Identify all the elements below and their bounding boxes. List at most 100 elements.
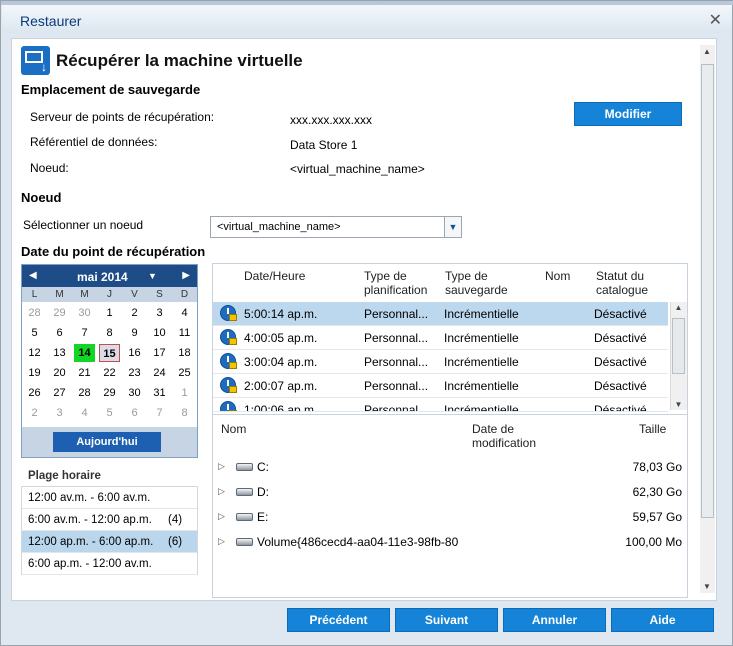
main-scroll-up-icon[interactable]: ▲: [703, 47, 711, 56]
calendar-day[interactable]: 4: [174, 304, 195, 322]
calendar-day[interactable]: 4: [74, 404, 95, 422]
calendar-day[interactable]: 3: [49, 404, 70, 422]
recovery-point-clock-icon: [220, 401, 237, 411]
main-scroll-thumb[interactable]: [701, 64, 714, 518]
calendar-day[interactable]: 8: [174, 404, 195, 422]
modify-button[interactable]: Modifier: [574, 102, 682, 126]
time-range-item[interactable]: 12:00 ap.m. - 6:00 ap.m. (6): [22, 531, 197, 553]
column-header-backup-type[interactable]: Type de sauvegarde: [445, 269, 515, 297]
calendar-day[interactable]: 2: [124, 304, 145, 322]
calendar-day[interactable]: 29: [49, 304, 70, 322]
calendar-day[interactable]: 22: [99, 364, 120, 382]
calendar-day[interactable]: 30: [74, 304, 95, 322]
calendar-day[interactable]: 1: [99, 304, 120, 322]
calendar-day[interactable]: 13: [49, 344, 70, 362]
previous-month-icon[interactable]: ◀: [29, 270, 37, 281]
file-row[interactable]: ▷ Volume{486cecd4-aa04-11e3-98fb-80 100,00…: [213, 530, 689, 555]
calendar-day[interactable]: 26: [24, 384, 45, 402]
expand-arrow-icon[interactable]: ▷: [218, 511, 225, 522]
scroll-down-icon[interactable]: ▼: [671, 400, 686, 409]
calendar-day[interactable]: 7: [74, 324, 95, 342]
calendar-day[interactable]: 18: [174, 344, 195, 362]
time-range-item[interactable]: 6:00 ap.m. - 12:00 av.m.: [22, 553, 197, 575]
file-row[interactable]: ▷ D: 62,30 Go: [213, 480, 689, 505]
calendar-day[interactable]: 14: [74, 344, 95, 362]
recovery-point-clock-icon: [220, 353, 237, 369]
calendar-day[interactable]: 6: [124, 404, 145, 422]
page-title: Récupérer la machine virtuelle: [56, 51, 303, 70]
calendar-day[interactable]: 17: [149, 344, 170, 362]
chevron-down-icon[interactable]: ▼: [444, 217, 461, 237]
cancel-button[interactable]: Annuler: [503, 608, 606, 632]
file-row[interactable]: ▷ E: 59,57 Go: [213, 505, 689, 530]
next-month-icon[interactable]: ▶: [182, 270, 190, 281]
calendar-day[interactable]: 31: [149, 384, 170, 402]
today-button[interactable]: Aujourd'hui: [53, 432, 161, 452]
file-size: 59,57 Go: [632, 510, 682, 524]
node-select[interactable]: <virtual_machine_name> ▼: [210, 216, 462, 238]
next-button[interactable]: Suivant: [395, 608, 498, 632]
recovery-point-row[interactable]: 4:00:05 ap.m. Personnal... Incrémentielle D…: [213, 326, 668, 350]
calendar-day[interactable]: 12: [24, 344, 45, 362]
column-header-file-name[interactable]: Nom: [221, 422, 246, 436]
recovery-point-row[interactable]: 2:00:07 ap.m. Personnal... Incrémentielle D…: [213, 374, 668, 398]
recovery-cell-backup: Incrémentielle: [444, 379, 519, 393]
close-icon[interactable]: ✕: [709, 10, 722, 30]
calendar-day[interactable]: 5: [99, 404, 120, 422]
calendar-day[interactable]: 25: [174, 364, 195, 382]
calendar-day[interactable]: 10: [149, 324, 170, 342]
month-dropdown-icon[interactable]: ▼: [148, 271, 157, 281]
calendar-day[interactable]: 7: [149, 404, 170, 422]
recovery-table-scrollbar[interactable]: ▲ ▼: [670, 302, 687, 410]
recovery-cell-backup: Incrémentielle: [444, 331, 519, 345]
previous-button[interactable]: Précédent: [287, 608, 390, 632]
calendar-day[interactable]: 27: [49, 384, 70, 402]
time-range-count: (6): [168, 536, 183, 548]
help-button[interactable]: Aide: [611, 608, 714, 632]
calendar-day[interactable]: 28: [24, 304, 45, 322]
calendar-day[interactable]: 19: [24, 364, 45, 382]
recovery-point-row[interactable]: 3:00:04 ap.m. Personnal... Incrémentielle D…: [213, 350, 668, 374]
calendar-day[interactable]: 23: [124, 364, 145, 382]
scroll-up-icon[interactable]: ▲: [671, 303, 686, 312]
recovery-cell-schedule: Personnal...: [364, 379, 429, 393]
expand-arrow-icon[interactable]: ▷: [218, 461, 225, 472]
calendar-day[interactable]: 24: [149, 364, 170, 382]
calendar-day[interactable]: 3: [149, 304, 170, 322]
calendar-day[interactable]: 2: [24, 404, 45, 422]
calendar-day[interactable]: 28: [74, 384, 95, 402]
time-range-item[interactable]: 6:00 av.m. - 12:00 ap.m. (4): [22, 509, 197, 531]
expand-arrow-icon[interactable]: ▷: [218, 536, 225, 547]
server-label: Serveur de points de récupération:: [30, 110, 215, 124]
time-range-item[interactable]: 12:00 av.m. - 6:00 av.m.: [22, 487, 197, 509]
calendar-day[interactable]: 6: [49, 324, 70, 342]
expand-arrow-icon[interactable]: ▷: [218, 486, 225, 497]
select-node-label: Sélectionner un noeud: [23, 218, 144, 232]
main-scroll-down-icon[interactable]: ▼: [703, 582, 711, 591]
calendar-day[interactable]: 20: [49, 364, 70, 382]
column-header-name[interactable]: Nom: [545, 269, 570, 283]
column-header-schedule-type[interactable]: Type de planification: [364, 269, 439, 297]
calendar-day[interactable]: 11: [174, 324, 195, 342]
calendar-day[interactable]: 1: [174, 384, 195, 402]
calendar-day[interactable]: 30: [124, 384, 145, 402]
column-header-modified-date[interactable]: Date de modification: [472, 422, 562, 450]
column-header-catalog-status[interactable]: Statut du catalogue: [596, 269, 666, 297]
column-header-datetime[interactable]: Date/Heure: [244, 269, 305, 283]
calendar-day[interactable]: 8: [99, 324, 120, 342]
calendar-grid: 28 29 30 1 2 3 4 5 6 7 8 9 10 11 12 13 14 15 16 17 18 19 20 21 2…: [22, 302, 197, 423]
main-scrollbar[interactable]: ▲ ▼: [700, 45, 715, 593]
recovery-point-row[interactable]: 5:00:14 ap.m. Personnal... Incrémentielle D…: [213, 302, 668, 326]
lock-icon: [229, 362, 237, 369]
calendar-day[interactable]: 21: [74, 364, 95, 382]
recovery-point-row[interactable]: 1:00:06 ap.m. Personnal... Incrémentielle D…: [213, 398, 668, 412]
calendar-day[interactable]: 15: [99, 344, 120, 362]
calendar-day[interactable]: 5: [24, 324, 45, 342]
calendar-day[interactable]: 16: [124, 344, 145, 362]
column-header-size[interactable]: Taille: [639, 422, 666, 436]
restore-dialog: Restaurer ✕ ↓ Récupérer la machine virtu…: [0, 0, 733, 646]
file-row[interactable]: ▷ C: 78,03 Go: [213, 455, 689, 480]
calendar-day[interactable]: 29: [99, 384, 120, 402]
calendar-day[interactable]: 9: [124, 324, 145, 342]
scroll-thumb[interactable]: [672, 318, 685, 374]
